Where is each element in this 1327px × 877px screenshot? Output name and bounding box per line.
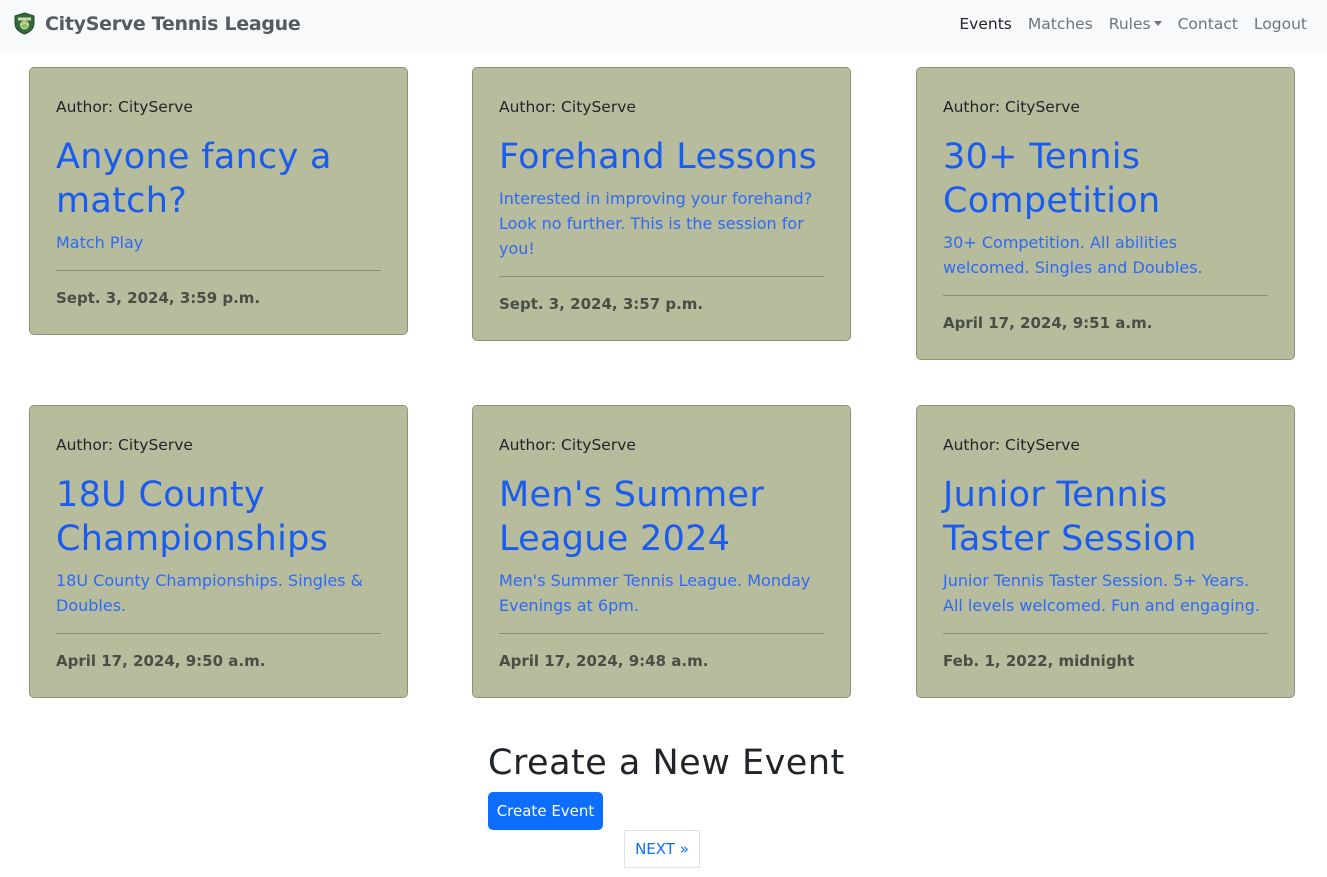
brand-link[interactable]: CityServe Tennis League (14, 12, 301, 35)
nav-rules-label: Rules (1108, 15, 1151, 33)
event-description-link[interactable]: Junior Tennis Taster Session. 5+ Years. … (943, 568, 1268, 618)
card-divider (943, 295, 1268, 296)
event-date: April 17, 2024, 9:48 a.m. (499, 652, 709, 670)
card-divider (499, 276, 824, 277)
event-author: Author: CityServe (943, 436, 1080, 454)
event-card: Author: CityServe Anyone fancy a match? … (29, 67, 408, 335)
event-card: Author: CityServe Men's Summer League 20… (472, 405, 851, 698)
event-title-link[interactable]: Men's Summer League 2024 (499, 473, 824, 561)
event-title-link[interactable]: Junior Tennis Taster Session (943, 473, 1268, 561)
next-page-link[interactable]: NEXT » (624, 830, 700, 868)
card-divider (56, 270, 381, 271)
event-description-link[interactable]: Interested in improving your forehand? L… (499, 186, 824, 261)
event-date: Sept. 3, 2024, 3:59 p.m. (56, 289, 261, 307)
event-card: Author: CityServe Junior Tennis Taster S… (916, 405, 1295, 698)
nav-link-matches[interactable]: Matches (1028, 15, 1093, 33)
event-card: Author: CityServe 18U County Championshi… (29, 405, 408, 698)
card-divider (499, 633, 824, 634)
event-date: April 17, 2024, 9:51 a.m. (943, 314, 1153, 332)
nav-link-rules[interactable]: Rules (1109, 15, 1162, 33)
event-description-link[interactable]: 18U County Championships. Singles & Doub… (56, 568, 381, 618)
nav-link-logout[interactable]: Logout (1254, 15, 1307, 33)
event-author: Author: CityServe (499, 98, 636, 116)
event-author: Author: CityServe (499, 436, 636, 454)
event-description-link[interactable]: Match Play (56, 230, 381, 255)
event-title-link[interactable]: 30+ Tennis Competition (943, 135, 1268, 223)
event-date: April 17, 2024, 9:50 a.m. (56, 652, 266, 670)
event-description-link[interactable]: Men's Summer Tennis League. Monday Eveni… (499, 568, 824, 618)
event-author: Author: CityServe (56, 98, 193, 116)
event-title-link[interactable]: 18U County Championships (56, 473, 381, 561)
create-event-heading: Create a New Event (488, 743, 845, 783)
tennis-crest-icon (14, 12, 35, 35)
nav-menu: Events Matches Rules Contact Logout (959, 15, 1307, 33)
event-title-link[interactable]: Forehand Lessons (499, 135, 824, 179)
card-divider (943, 633, 1268, 634)
event-author: Author: CityServe (943, 98, 1080, 116)
event-card: Author: CityServe Forehand Lessons Inter… (472, 67, 851, 341)
event-date: Sept. 3, 2024, 3:57 p.m. (499, 295, 704, 313)
event-card: Author: CityServe 30+ Tennis Competition… (916, 67, 1295, 360)
create-event-button[interactable]: Create Event (488, 792, 603, 830)
event-date: Feb. 1, 2022, midnight (943, 652, 1135, 670)
nav-link-contact[interactable]: Contact (1178, 15, 1238, 33)
chevron-down-icon (1153, 21, 1162, 26)
card-divider (56, 633, 381, 634)
event-title-link[interactable]: Anyone fancy a match? (56, 135, 381, 223)
navbar: CityServe Tennis League Events Matches R… (0, 0, 1327, 52)
brand-name: CityServe Tennis League (45, 12, 301, 35)
event-description-link[interactable]: 30+ Competition. All abilities welcomed.… (943, 230, 1268, 280)
nav-link-events[interactable]: Events (959, 15, 1011, 33)
event-author: Author: CityServe (56, 436, 193, 454)
